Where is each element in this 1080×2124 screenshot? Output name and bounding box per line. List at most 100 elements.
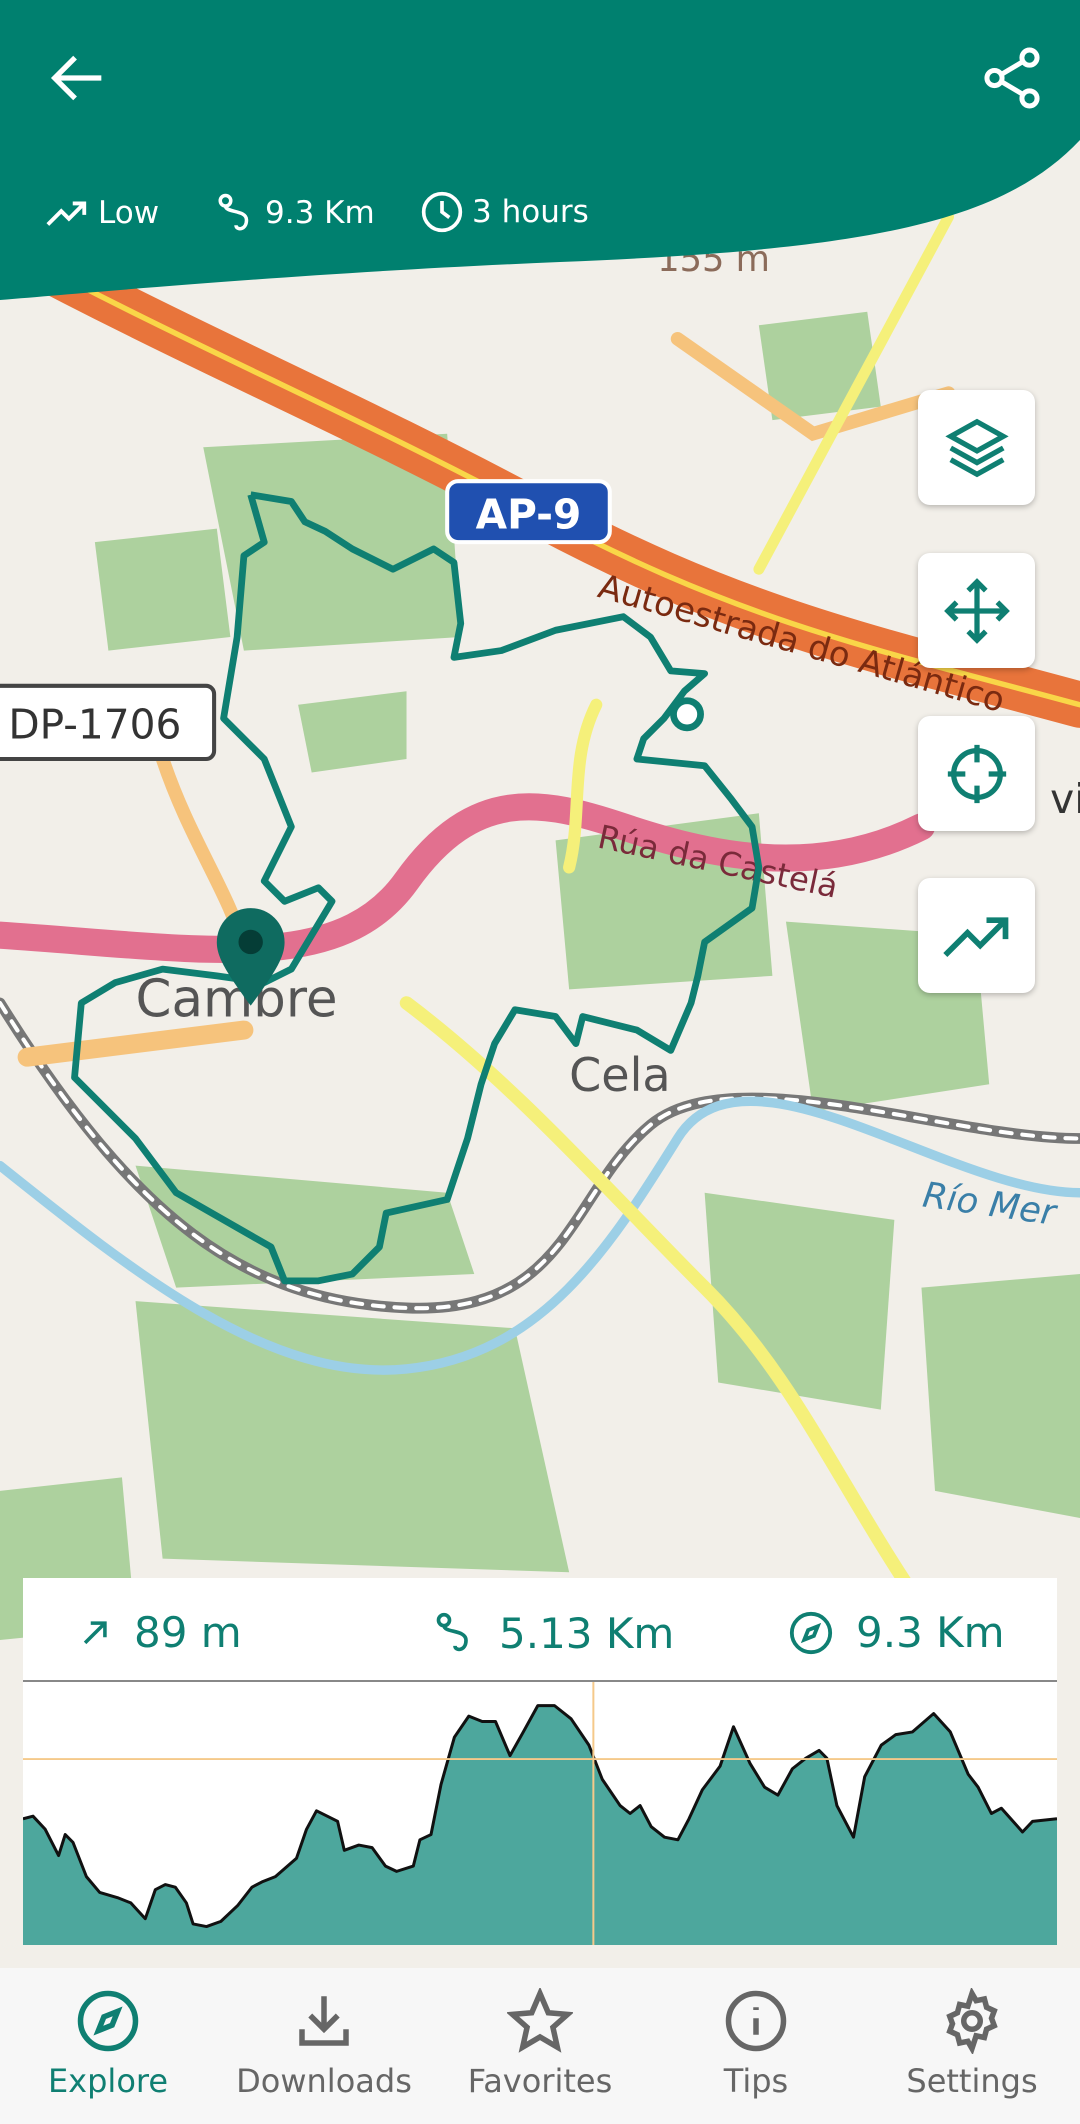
elevation-point bbox=[185, 1902, 187, 1904]
gear-icon bbox=[946, 1988, 998, 2054]
nav-downloads[interactable]: Downloads bbox=[216, 1968, 432, 2124]
elevation-point bbox=[1022, 1831, 1024, 1833]
cursor-distance-stat: 5.13 Km bbox=[433, 1608, 674, 1658]
elevation-point bbox=[509, 1755, 511, 1757]
elevation-point bbox=[1000, 1807, 1002, 1809]
elevation-point bbox=[481, 1720, 483, 1722]
elevation-area bbox=[23, 1705, 1057, 1945]
elevation-point bbox=[32, 1815, 34, 1817]
duration-label: 3 hours bbox=[472, 194, 589, 230]
difficulty-stat: Low bbox=[44, 190, 159, 236]
share-button[interactable] bbox=[977, 43, 1047, 113]
arrow-left-icon bbox=[50, 55, 102, 101]
elevation-point bbox=[764, 1786, 766, 1788]
trending-up-icon bbox=[46, 201, 87, 226]
elevation-gain-stat: 89 m bbox=[78, 1608, 242, 1657]
elevation-point bbox=[553, 1705, 555, 1707]
elevation-point bbox=[650, 1826, 652, 1828]
route-start-marker[interactable] bbox=[670, 697, 704, 732]
elevation-point bbox=[430, 1834, 432, 1836]
elevation-point bbox=[570, 1718, 572, 1720]
elevation-point bbox=[192, 1923, 194, 1925]
elevation-point bbox=[144, 1918, 146, 1920]
elevation-toggle-button[interactable] bbox=[918, 878, 1035, 993]
elevation-point bbox=[99, 1891, 101, 1893]
elevation-point bbox=[911, 1731, 913, 1733]
my-location-button[interactable] bbox=[918, 716, 1035, 831]
nav-label: Tips bbox=[723, 2062, 789, 2100]
header-bar bbox=[0, 0, 1080, 300]
elevation-point bbox=[949, 1731, 951, 1733]
elevation-point bbox=[619, 1805, 621, 1807]
elevation-point bbox=[537, 1705, 539, 1707]
elevation-point bbox=[237, 1905, 239, 1907]
elevation-point bbox=[64, 1834, 66, 1836]
elevation-point bbox=[274, 1876, 276, 1878]
elevation-point bbox=[58, 1855, 60, 1857]
elevation-point bbox=[296, 1857, 298, 1859]
elevation-point bbox=[629, 1813, 631, 1814]
layers-button[interactable] bbox=[918, 390, 1035, 505]
duration-stat: 3 hours bbox=[420, 190, 589, 234]
elevation-profile-card: 89 m 5.13 Km 9.3 Km bbox=[23, 1578, 1057, 1945]
elevation-point bbox=[72, 1841, 74, 1843]
elevation-point bbox=[117, 1897, 119, 1899]
elevation-point bbox=[522, 1731, 524, 1733]
nav-explore[interactable]: Explore bbox=[0, 1968, 216, 2124]
elevation-chart[interactable] bbox=[23, 1680, 1057, 1945]
elevation-point bbox=[777, 1794, 779, 1796]
elevation-point bbox=[701, 1789, 703, 1791]
elevation-point bbox=[818, 1749, 820, 1751]
elevation-point bbox=[732, 1726, 734, 1728]
elevation-point bbox=[440, 1784, 442, 1786]
pan-button[interactable] bbox=[918, 553, 1035, 668]
nav-label: Explore bbox=[47, 2062, 169, 2100]
elevation-point bbox=[358, 1844, 360, 1846]
elevation-point bbox=[601, 1778, 603, 1780]
elevation-point bbox=[453, 1736, 455, 1738]
difficulty-label: Low bbox=[98, 195, 160, 231]
elevation-point bbox=[977, 1786, 979, 1788]
nav-favorites[interactable]: Favorites bbox=[432, 1968, 648, 2124]
elevation-point bbox=[316, 1810, 318, 1812]
cursor-distance-value: 5.13 Km bbox=[499, 1608, 675, 1658]
elevation-point bbox=[688, 1818, 690, 1820]
elevation-point bbox=[588, 1744, 590, 1746]
total-distance-stat: 9.3 Km bbox=[788, 1608, 1005, 1657]
elevation-point bbox=[664, 1836, 666, 1838]
elevation-point bbox=[791, 1768, 793, 1770]
elevation-point bbox=[749, 1763, 751, 1765]
label-road-ref: DP-1706 bbox=[8, 701, 181, 749]
trending-up-icon bbox=[942, 916, 1008, 957]
nav-tips[interactable]: Tips bbox=[648, 1968, 864, 2124]
nav-settings[interactable]: Settings bbox=[864, 1968, 1080, 2124]
distance-stat: 9.3 Km bbox=[215, 190, 375, 236]
elevation-gain-value: 89 m bbox=[134, 1608, 242, 1657]
label-town-cela: Cela bbox=[569, 1048, 671, 1102]
elevation-point bbox=[495, 1720, 497, 1722]
star-icon bbox=[507, 1988, 573, 2053]
elevation-point bbox=[174, 1886, 176, 1888]
elevation-point bbox=[337, 1820, 339, 1822]
route-icon bbox=[218, 193, 249, 231]
elevation-point bbox=[371, 1847, 373, 1849]
elevation-point bbox=[261, 1881, 263, 1883]
info-icon bbox=[725, 1990, 787, 2052]
elevation-point bbox=[154, 1889, 156, 1891]
label-motorway: AP-9 bbox=[476, 491, 582, 539]
elevation-point bbox=[853, 1836, 855, 1838]
total-distance-value: 9.3 Km bbox=[856, 1608, 1005, 1657]
elevation-point bbox=[164, 1884, 166, 1886]
clock-icon bbox=[421, 191, 463, 233]
share-icon bbox=[984, 47, 1040, 109]
elevation-point bbox=[419, 1839, 421, 1841]
elevation-point bbox=[933, 1713, 935, 1715]
elevation-point bbox=[384, 1865, 386, 1867]
elevation-point bbox=[251, 1886, 253, 1888]
elevation-point bbox=[880, 1744, 882, 1746]
back-button[interactable] bbox=[43, 43, 113, 113]
elevation-point bbox=[836, 1805, 838, 1807]
elevation-point bbox=[85, 1876, 87, 1878]
label-partial: vi bbox=[1050, 775, 1080, 823]
elevation-point bbox=[412, 1865, 414, 1867]
